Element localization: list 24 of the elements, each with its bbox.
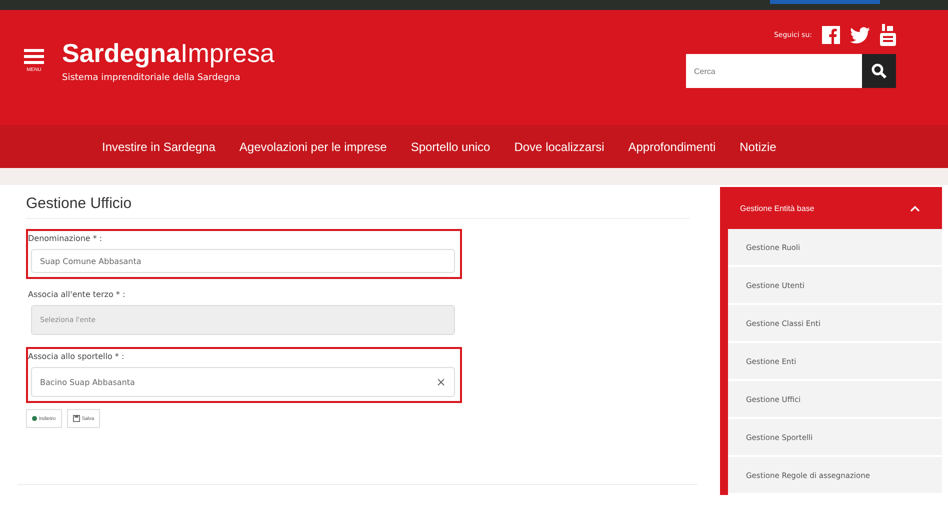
floppy-icon <box>72 415 80 422</box>
site-logo[interactable]: SardegnaImpresa <box>62 38 274 69</box>
field-label: Associa allo sportello * : <box>28 352 126 361</box>
nav-link[interactable]: Agevolazioni per le imprese <box>227 140 399 154</box>
nav-link[interactable]: Sportello unico <box>398 140 502 154</box>
twitter-icon[interactable] <box>850 26 870 44</box>
input-field[interactable]: Suap Comune Abbasanta <box>31 249 455 273</box>
nav-link[interactable]: Dove localizzarsi <box>502 140 616 154</box>
field-label: Associa all'ente terzo * : <box>28 290 126 299</box>
search-button[interactable] <box>862 54 896 88</box>
site-tagline: Sistema imprenditoriale della Sardegna <box>62 73 242 83</box>
chevron-up-icon <box>910 204 920 212</box>
search-field[interactable]: Cerca <box>686 54 862 88</box>
search-icon <box>871 63 887 79</box>
clear-button[interactable]: × <box>436 375 446 389</box>
nav-link[interactable]: Approfondimenti <box>616 140 728 154</box>
select-field[interactable]: Bacino Suap Abbasanta × <box>31 367 455 397</box>
nav-link[interactable]: Notizie <box>728 140 788 154</box>
nav-link[interactable]: Investire in Sardegna <box>90 140 228 154</box>
menu-icon <box>24 48 44 64</box>
form-title: Gestione Ufficio <box>26 195 690 219</box>
field-label: Denominazione * : <box>28 234 104 243</box>
dot-icon <box>32 416 37 421</box>
facebook-icon[interactable] <box>822 26 840 44</box>
